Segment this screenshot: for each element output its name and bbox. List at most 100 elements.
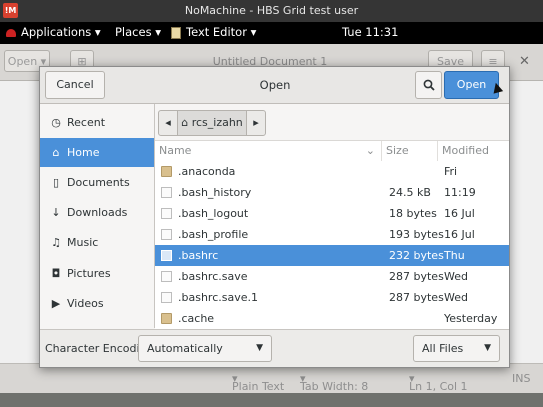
fedora-icon <box>6 28 16 37</box>
file-size: 232 bytes <box>389 249 444 262</box>
path-scroll-right-button[interactable]: ▸ <box>246 110 266 136</box>
desktop-background <box>0 393 543 407</box>
sidebar-item-recent[interactable]: ◷ Recent <box>40 108 154 137</box>
file-modified: 16 Jul <box>444 228 475 241</box>
sidebar-item-label: Videos <box>67 297 104 310</box>
filter-value: All Files <box>422 342 464 355</box>
tab-width-label: Tab Width: 8 <box>300 380 369 393</box>
file-modified: Wed <box>444 291 468 304</box>
text-file-icon <box>161 250 172 261</box>
encoding-dropdown[interactable]: Automatically Detected ▼ <box>138 335 272 362</box>
search-button[interactable] <box>415 71 442 99</box>
music-icon: ♫ <box>51 236 61 249</box>
sidebar-item-label: Pictures <box>67 267 111 280</box>
language-label: Plain Text <box>232 380 285 393</box>
file-size: 18 bytes <box>389 207 437 220</box>
app-menu-label: Text Editor <box>186 25 247 39</box>
file-name: .bash_logout <box>178 207 249 220</box>
file-name: .bashrc <box>178 249 219 262</box>
dropdown-arrow-icon: ▼ <box>256 343 263 353</box>
column-header-modified[interactable]: Modified <box>438 141 509 161</box>
search-icon <box>423 79 435 91</box>
text-file-icon <box>161 187 172 198</box>
file-name: .cache <box>178 312 215 325</box>
places-menu[interactable]: Places ▾ <box>115 25 161 39</box>
language-selector[interactable]: Plain Text ▾ <box>232 372 284 393</box>
sort-descending-icon: ⌄ <box>365 144 375 157</box>
places-sidebar: ◷ Recent ⌂ Home ▯ Documents ↓ Downloads ♫ Music ◘ P… <box>40 104 155 328</box>
window-title: NoMachine - HBS Grid test user <box>184 4 359 17</box>
app-menu[interactable]: Text Editor ▾ <box>171 25 256 39</box>
sidebar-item-label: Documents <box>67 176 130 189</box>
file-size: 24.5 kB <box>389 186 431 199</box>
file-row[interactable]: .bashrc.save 287 bytes Wed <box>155 266 509 287</box>
sidebar-item-label: Downloads <box>67 206 128 219</box>
file-modified: 11:19 <box>444 186 476 199</box>
sidebar-item-home[interactable]: ⌂ Home <box>40 138 154 167</box>
dialog-title: Open <box>259 78 291 92</box>
top-panel: Applications ▾ Places ▾ Text Editor ▾ Tu… <box>0 22 543 44</box>
clock-icon: ◷ <box>51 116 61 129</box>
file-size: 287 bytes <box>389 291 444 304</box>
dialog-footer: Character Encoding: Automatically Detect… <box>40 329 509 367</box>
file-size: 287 bytes <box>389 270 444 283</box>
document-icon: ▯ <box>52 176 60 189</box>
file-name: .bash_history <box>178 186 252 199</box>
close-icon[interactable]: ✕ <box>519 54 530 69</box>
file-name: .bashrc.save <box>178 270 248 283</box>
window-titlebar: !M NoMachine - HBS Grid test user <box>0 0 543 22</box>
text-editor-icon <box>171 26 181 39</box>
video-icon: ▶ <box>51 297 61 310</box>
folder-icon <box>161 313 172 324</box>
sidebar-item-documents[interactable]: ▯ Documents <box>40 168 154 197</box>
text-file-icon <box>161 271 172 282</box>
cursor-position[interactable]: Ln 1, Col 1 ▾ <box>409 372 468 393</box>
sidebar-item-pictures[interactable]: ◘ Pictures <box>40 259 154 288</box>
file-row[interactable]: .bash_history 24.5 kB 11:19 <box>155 182 509 203</box>
camera-icon: ◘ <box>51 267 61 280</box>
folder-icon <box>161 166 172 177</box>
clock[interactable]: Tue 11:31 <box>342 25 398 39</box>
file-row[interactable]: .bashrc 232 bytes Thu <box>155 245 509 266</box>
file-name: .bash_profile <box>178 228 249 241</box>
text-file-icon <box>161 292 172 303</box>
open-file-dialog: Cancel Open Open ▲ ◷ Recent ⌂ Home ▯ Document… <box>39 66 510 368</box>
home-icon: ⌂ <box>181 116 189 129</box>
file-filter-dropdown[interactable]: All Files ▼ <box>413 335 500 362</box>
sidebar-item-label: Music <box>67 236 99 249</box>
sidebar-item-downloads[interactable]: ↓ Downloads <box>40 198 154 227</box>
download-icon: ↓ <box>51 206 61 219</box>
file-row[interactable]: .cache Yesterday <box>155 308 509 329</box>
applications-menu[interactable]: Applications ▾ <box>6 25 101 39</box>
path-home-label: rcs_izahn <box>191 116 243 129</box>
sidebar-item-label: Home <box>67 146 100 159</box>
cancel-button[interactable]: Cancel <box>45 71 105 99</box>
column-header-name[interactable]: Name ⌄ <box>155 141 382 161</box>
file-row[interactable]: .anaconda Fri <box>155 161 509 182</box>
encoding-value: Automatically Detected <box>147 342 223 355</box>
dialog-headerbar: Cancel Open Open ▲ <box>40 67 509 104</box>
file-list: Name ⌄ Size Modified .anaconda Fri .bash_hi… <box>155 140 509 329</box>
dropdown-arrow-icon: ▼ <box>484 343 491 353</box>
file-row[interactable]: .bash_profile 193 bytes 16 Jul <box>155 224 509 245</box>
gedit-open-label: Open <box>7 55 38 68</box>
file-name: .anaconda <box>178 165 236 178</box>
insert-mode: INS <box>512 372 531 385</box>
file-row[interactable]: .bashrc.save.1 287 bytes Wed <box>155 287 509 308</box>
file-modified: Wed <box>444 270 468 283</box>
cursor-position-label: Ln 1, Col 1 <box>409 380 468 393</box>
name-column-label: Name <box>159 144 192 157</box>
path-home-button[interactable]: ⌂ rcs_izahn <box>177 110 247 136</box>
path-scroll-left-button[interactable]: ◂ <box>158 110 178 136</box>
column-header-size[interactable]: Size <box>382 141 438 161</box>
sidebar-item-videos[interactable]: ▶ Videos <box>40 289 154 318</box>
file-row[interactable]: .bash_logout 18 bytes 16 Jul <box>155 203 509 224</box>
text-file-icon <box>161 229 172 240</box>
tab-width-selector[interactable]: Tab Width: 8 ▾ <box>300 372 368 393</box>
sidebar-item-music[interactable]: ♫ Music <box>40 228 154 257</box>
file-modified: 16 Jul <box>444 207 475 220</box>
places-label: Places <box>115 25 152 39</box>
sidebar-item-label: Recent <box>67 116 106 129</box>
file-name: .bashrc.save.1 <box>178 291 258 304</box>
file-modified: Fri <box>444 165 458 178</box>
